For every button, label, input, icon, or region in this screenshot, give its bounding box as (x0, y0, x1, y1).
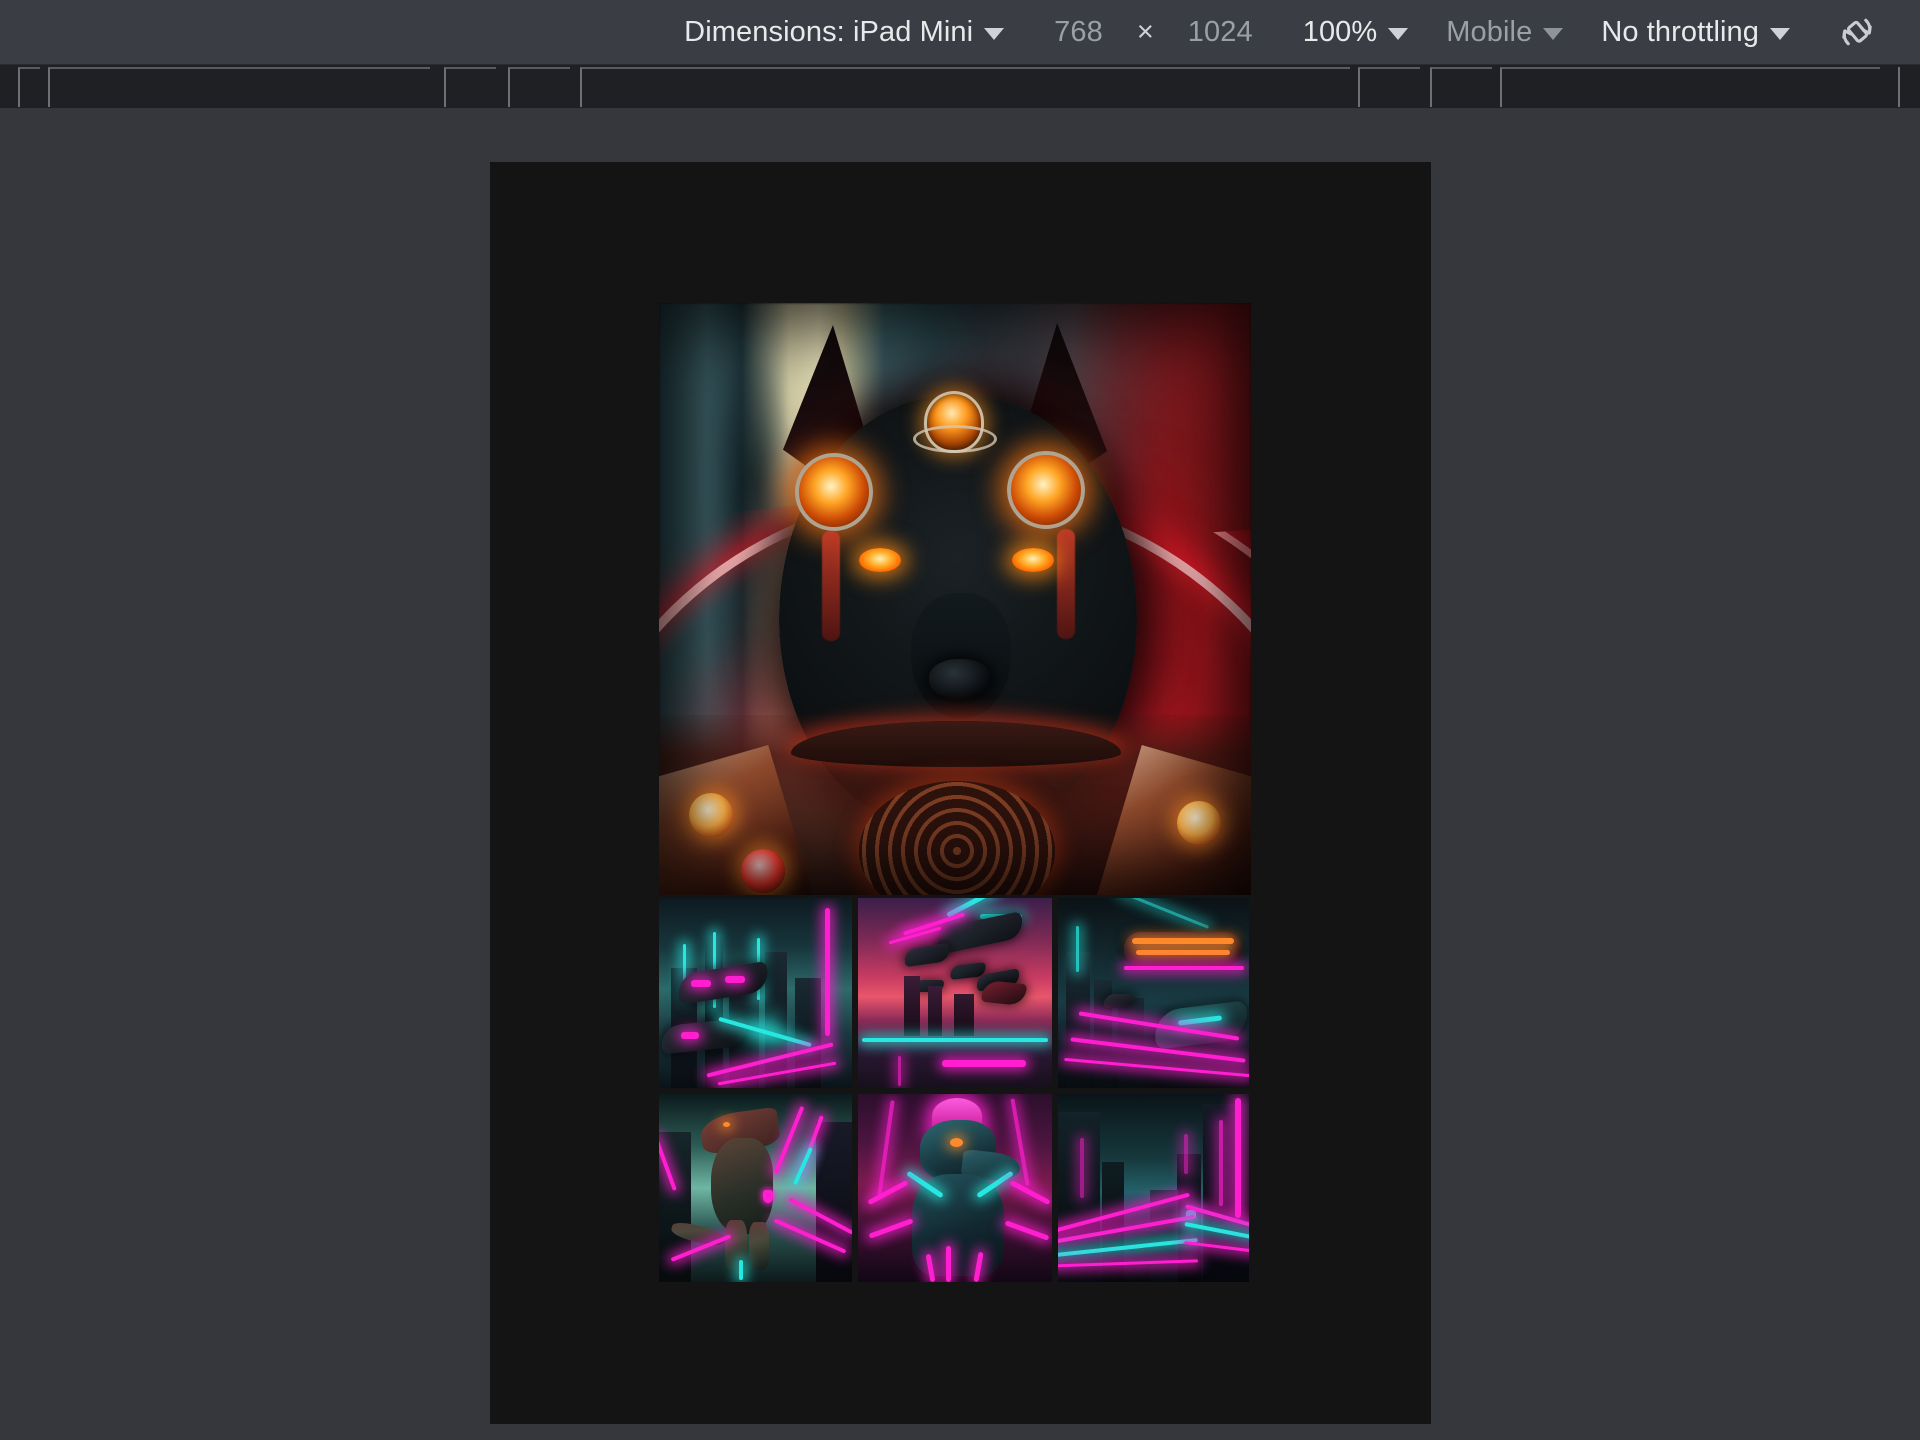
wolf-nose (929, 659, 991, 699)
thumbnail-grid (659, 898, 1265, 1288)
wolf-gem-ring (913, 425, 997, 453)
wolf-lamp-left (795, 453, 873, 531)
wolf-eye-right (1012, 548, 1054, 572)
rotate-device-icon (1842, 18, 1872, 46)
strip-cell[interactable] (1430, 67, 1492, 107)
throttling-value: No throttling (1601, 15, 1759, 48)
strip-cell[interactable] (444, 67, 496, 107)
rotate-device-button[interactable] (1820, 0, 1894, 65)
thumbnail-5[interactable] (858, 1094, 1052, 1282)
chevron-down-icon (1770, 28, 1790, 40)
hero-image[interactable] (659, 303, 1251, 895)
strip-cell[interactable] (18, 67, 40, 107)
zoom-value: 100% (1302, 15, 1378, 48)
dimensions-label: Dimensions: iPad Mini (684, 15, 974, 48)
width-input[interactable]: 768 (1042, 0, 1115, 65)
wolf-ornament-right (1057, 529, 1075, 639)
width-value: 768 (1054, 15, 1103, 48)
chevron-down-icon (984, 28, 1005, 40)
height-input[interactable]: 1024 (1176, 0, 1265, 65)
strip-cell[interactable] (1500, 67, 1880, 107)
strip-cell-end (1898, 67, 1900, 107)
throttling-dropdown[interactable]: No throttling (1589, 0, 1802, 65)
armor-orb (1177, 801, 1221, 845)
zoom-dropdown[interactable]: 100% (1291, 0, 1421, 65)
thumbnail-6[interactable] (1058, 1094, 1249, 1282)
height-value: 1024 (1187, 15, 1253, 48)
strip-cell[interactable] (508, 67, 570, 107)
device-canvas (0, 109, 1920, 1440)
strip-cell[interactable] (1358, 67, 1420, 107)
wolf-snout (911, 593, 1011, 719)
device-mode-toolbar: Dimensions: iPad Mini 768 × 1024 100% Mo… (0, 0, 1920, 65)
wolf-lamp-right (1007, 451, 1085, 529)
thumbnail-row (659, 1094, 1265, 1282)
device-type-dropdown[interactable]: Mobile (1434, 0, 1575, 65)
device-toolbar-strip (0, 65, 1920, 109)
armor-orb (689, 793, 733, 837)
strip-cell[interactable] (580, 67, 1350, 107)
chevron-down-icon (1388, 28, 1409, 40)
strip-cell[interactable] (48, 67, 430, 107)
chevron-down-icon (1543, 28, 1564, 40)
thumbnail-2[interactable] (858, 898, 1052, 1088)
wolf-illustration (659, 303, 1251, 895)
thumbnail-row (659, 898, 1265, 1088)
armor-orb (741, 849, 785, 893)
thumbnail-3[interactable] (1058, 898, 1249, 1088)
wolf-ornament-left (822, 531, 840, 641)
emulated-device-viewport[interactable] (490, 162, 1431, 1424)
device-type-value: Mobile (1446, 15, 1533, 48)
multiply-symbol: × (1136, 15, 1154, 48)
dimensions-dropdown[interactable]: Dimensions: iPad Mini (672, 0, 1016, 65)
wolf-eye-left (859, 548, 901, 572)
thumbnail-1[interactable] (659, 898, 852, 1088)
thumbnail-4[interactable] (659, 1094, 852, 1282)
